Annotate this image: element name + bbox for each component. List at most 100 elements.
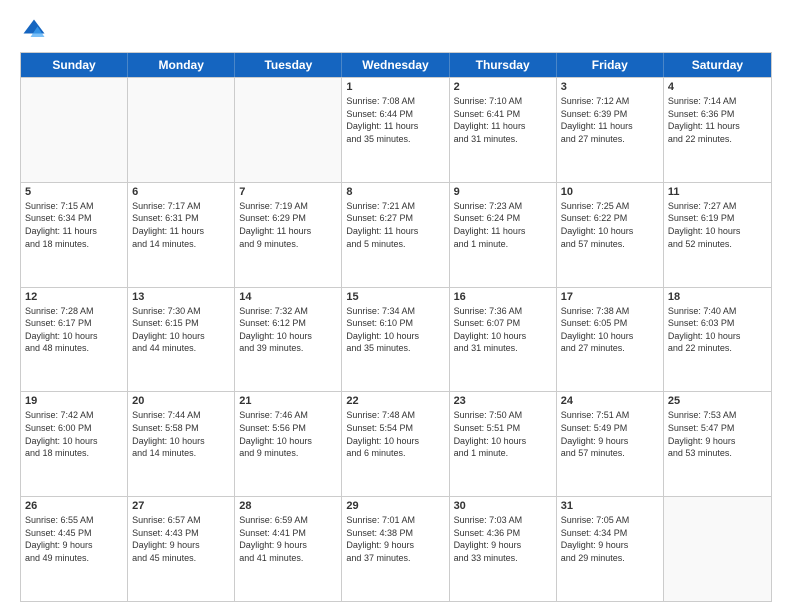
calendar-cell: 18 Sunrise: 7:40 AM Sunset: 6:03 PM Dayli…: [664, 288, 771, 392]
calendar-cell: 19 Sunrise: 7:42 AM Sunset: 6:00 PM Dayli…: [21, 392, 128, 496]
calendar-cell: 24 Sunrise: 7:51 AM Sunset: 5:49 PM Dayli…: [557, 392, 664, 496]
calendar-row-1: 5Sunrise: 7:15 AM Sunset: 6:34 PM Daylig…: [21, 182, 771, 287]
calendar-cell: 4 Sunrise: 7:14 AM Sunset: 6:36 PM Daylig…: [664, 78, 771, 182]
day-info: Sunrise: 7:27 AM Sunset: 6:19 PM Dayligh…: [668, 200, 767, 250]
day-number: 16: [454, 291, 552, 303]
day-info: Sunrise: 6:55 AM Sunset: 4:45 PM Dayligh…: [25, 514, 123, 564]
header-day-saturday: Saturday: [664, 53, 771, 77]
day-info: Sunrise: 7:44 AM Sunset: 5:58 PM Dayligh…: [132, 409, 230, 459]
day-info: Sunrise: 7:48 AM Sunset: 5:54 PM Dayligh…: [346, 409, 444, 459]
day-info: Sunrise: 7:23 AM Sunset: 6:24 PM Dayligh…: [454, 200, 552, 250]
calendar-cell: 10 Sunrise: 7:25 AM Sunset: 6:22 PM Dayli…: [557, 183, 664, 287]
calendar-cell: [128, 78, 235, 182]
calendar-cell: 6 Sunrise: 7:17 AM Sunset: 6:31 PM Daylig…: [128, 183, 235, 287]
calendar-cell: 22Sunrise: 7:48 AM Sunset: 5:54 PM Dayli…: [342, 392, 449, 496]
day-number: 1: [346, 81, 444, 93]
day-info: Sunrise: 7:32 AM Sunset: 6:12 PM Dayligh…: [239, 305, 337, 355]
day-info: Sunrise: 7:53 AM Sunset: 5:47 PM Dayligh…: [668, 409, 767, 459]
day-info: Sunrise: 7:42 AM Sunset: 6:00 PM Dayligh…: [25, 409, 123, 459]
day-number: 4: [668, 81, 767, 93]
day-number: 25: [668, 395, 767, 407]
day-number: 12: [25, 291, 123, 303]
logo-icon: [20, 16, 48, 44]
day-info: Sunrise: 7:34 AM Sunset: 6:10 PM Dayligh…: [346, 305, 444, 355]
day-number: 19: [25, 395, 123, 407]
day-info: Sunrise: 7:08 AM Sunset: 6:44 PM Dayligh…: [346, 95, 444, 145]
calendar-cell: [664, 497, 771, 601]
day-info: Sunrise: 7:12 AM Sunset: 6:39 PM Dayligh…: [561, 95, 659, 145]
calendar-row-2: 12 Sunrise: 7:28 AM Sunset: 6:17 PM Dayli…: [21, 287, 771, 392]
calendar-header: SundayMondayTuesdayWednesdayThursdayFrid…: [21, 53, 771, 77]
day-number: 7: [239, 186, 337, 198]
day-number: 10: [561, 186, 659, 198]
day-info: Sunrise: 7:36 AM Sunset: 6:07 PM Dayligh…: [454, 305, 552, 355]
day-info: Sunrise: 7:03 AM Sunset: 4:36 PM Dayligh…: [454, 514, 552, 564]
calendar-cell: 25 Sunrise: 7:53 AM Sunset: 5:47 PM Dayli…: [664, 392, 771, 496]
day-number: 11: [668, 186, 767, 198]
calendar-cell: 9 Sunrise: 7:23 AM Sunset: 6:24 PM Daylig…: [450, 183, 557, 287]
calendar-cell: 8 Sunrise: 7:21 AM Sunset: 6:27 PM Daylig…: [342, 183, 449, 287]
day-info: Sunrise: 6:57 AM Sunset: 4:43 PM Dayligh…: [132, 514, 230, 564]
calendar-cell: [235, 78, 342, 182]
day-info: Sunrise: 7:38 AM Sunset: 6:05 PM Dayligh…: [561, 305, 659, 355]
calendar-cell: 7 Sunrise: 7:19 AM Sunset: 6:29 PM Daylig…: [235, 183, 342, 287]
day-number: 29: [346, 500, 444, 512]
calendar-cell: 16 Sunrise: 7:36 AM Sunset: 6:07 PM Dayli…: [450, 288, 557, 392]
day-number: 8: [346, 186, 444, 198]
day-info: Sunrise: 7:17 AM Sunset: 6:31 PM Dayligh…: [132, 200, 230, 250]
calendar: SundayMondayTuesdayWednesdayThursdayFrid…: [20, 52, 772, 602]
day-number: 30: [454, 500, 552, 512]
calendar-cell: 27Sunrise: 6:57 AM Sunset: 4:43 PM Dayli…: [128, 497, 235, 601]
day-number: 2: [454, 81, 552, 93]
day-number: 23: [454, 395, 552, 407]
calendar-cell: 12 Sunrise: 7:28 AM Sunset: 6:17 PM Dayli…: [21, 288, 128, 392]
day-info: Sunrise: 7:19 AM Sunset: 6:29 PM Dayligh…: [239, 200, 337, 250]
calendar-cell: 2 Sunrise: 7:10 AM Sunset: 6:41 PM Daylig…: [450, 78, 557, 182]
day-number: 28: [239, 500, 337, 512]
day-info: Sunrise: 7:46 AM Sunset: 5:56 PM Dayligh…: [239, 409, 337, 459]
page: SundayMondayTuesdayWednesdayThursdayFrid…: [0, 0, 792, 612]
calendar-cell: 3 Sunrise: 7:12 AM Sunset: 6:39 PM Daylig…: [557, 78, 664, 182]
day-info: Sunrise: 7:25 AM Sunset: 6:22 PM Dayligh…: [561, 200, 659, 250]
header-day-friday: Friday: [557, 53, 664, 77]
calendar-row-3: 19 Sunrise: 7:42 AM Sunset: 6:00 PM Dayli…: [21, 391, 771, 496]
header-day-monday: Monday: [128, 53, 235, 77]
day-info: Sunrise: 7:05 AM Sunset: 4:34 PM Dayligh…: [561, 514, 659, 564]
calendar-cell: 31 Sunrise: 7:05 AM Sunset: 4:34 PM Dayli…: [557, 497, 664, 601]
day-info: Sunrise: 7:50 AM Sunset: 5:51 PM Dayligh…: [454, 409, 552, 459]
day-number: 13: [132, 291, 230, 303]
calendar-cell: 28Sunrise: 6:59 AM Sunset: 4:41 PM Dayli…: [235, 497, 342, 601]
header: [20, 16, 772, 44]
header-day-tuesday: Tuesday: [235, 53, 342, 77]
calendar-cell: 17Sunrise: 7:38 AM Sunset: 6:05 PM Dayli…: [557, 288, 664, 392]
calendar-cell: 23 Sunrise: 7:50 AM Sunset: 5:51 PM Dayli…: [450, 392, 557, 496]
day-number: 18: [668, 291, 767, 303]
day-number: 9: [454, 186, 552, 198]
day-info: Sunrise: 7:21 AM Sunset: 6:27 PM Dayligh…: [346, 200, 444, 250]
calendar-cell: [21, 78, 128, 182]
day-info: Sunrise: 7:14 AM Sunset: 6:36 PM Dayligh…: [668, 95, 767, 145]
header-day-thursday: Thursday: [450, 53, 557, 77]
day-info: Sunrise: 7:40 AM Sunset: 6:03 PM Dayligh…: [668, 305, 767, 355]
calendar-row-4: 26Sunrise: 6:55 AM Sunset: 4:45 PM Dayli…: [21, 496, 771, 601]
day-info: Sunrise: 7:30 AM Sunset: 6:15 PM Dayligh…: [132, 305, 230, 355]
calendar-cell: 11 Sunrise: 7:27 AM Sunset: 6:19 PM Dayli…: [664, 183, 771, 287]
calendar-cell: 30 Sunrise: 7:03 AM Sunset: 4:36 PM Dayli…: [450, 497, 557, 601]
day-number: 15: [346, 291, 444, 303]
day-info: Sunrise: 7:51 AM Sunset: 5:49 PM Dayligh…: [561, 409, 659, 459]
calendar-cell: 29 Sunrise: 7:01 AM Sunset: 4:38 PM Dayli…: [342, 497, 449, 601]
calendar-cell: 26Sunrise: 6:55 AM Sunset: 4:45 PM Dayli…: [21, 497, 128, 601]
day-number: 3: [561, 81, 659, 93]
day-number: 24: [561, 395, 659, 407]
calendar-cell: 1 Sunrise: 7:08 AM Sunset: 6:44 PM Daylig…: [342, 78, 449, 182]
header-day-sunday: Sunday: [21, 53, 128, 77]
day-number: 6: [132, 186, 230, 198]
day-info: Sunrise: 7:10 AM Sunset: 6:41 PM Dayligh…: [454, 95, 552, 145]
day-number: 20: [132, 395, 230, 407]
day-number: 5: [25, 186, 123, 198]
calendar-cell: 14Sunrise: 7:32 AM Sunset: 6:12 PM Dayli…: [235, 288, 342, 392]
calendar-row-0: 1 Sunrise: 7:08 AM Sunset: 6:44 PM Daylig…: [21, 77, 771, 182]
day-number: 31: [561, 500, 659, 512]
day-info: Sunrise: 7:01 AM Sunset: 4:38 PM Dayligh…: [346, 514, 444, 564]
day-info: Sunrise: 7:28 AM Sunset: 6:17 PM Dayligh…: [25, 305, 123, 355]
